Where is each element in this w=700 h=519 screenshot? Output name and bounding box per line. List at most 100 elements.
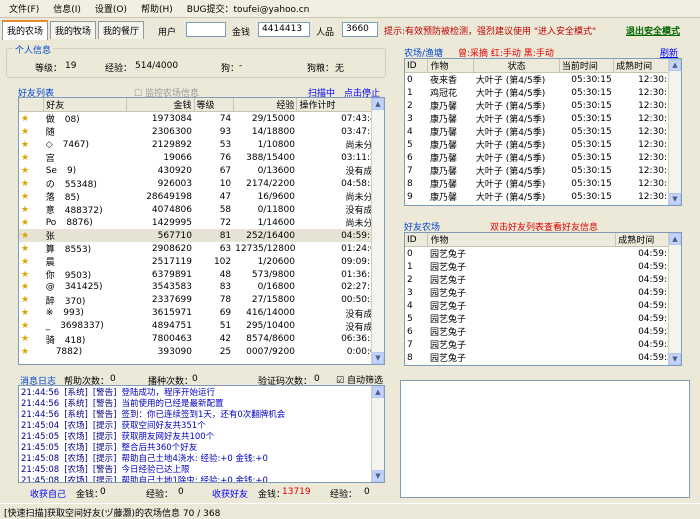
table-row[interactable]: ★ @341425) 3543583 83 0/16800 02:27:19	[19, 281, 384, 294]
scroll-down-icon[interactable]: ▼	[372, 470, 384, 482]
friend-money: 7800463	[151, 334, 193, 345]
table-row[interactable]: 3 康乃馨 大叶子 (第4/5季) 05:30:15 12:30:15	[405, 112, 681, 126]
table-row[interactable]: ★ 醉 370) 2337699 78 27/15800 00:50:20	[19, 294, 384, 307]
farm-col-state[interactable]: 状态	[473, 59, 560, 73]
table-row[interactable]: ★ 晨 2517119 102 1/20600 09:09:19	[19, 255, 384, 269]
farm-col-crop[interactable]: 作物	[427, 59, 475, 73]
table-row[interactable]: 2 康乃馨 大叶子 (第4/5季) 05:30:15 12:30:15	[405, 99, 681, 113]
friend-farm-table[interactable]: ID 作物 成熟时间 0 园艺兔子 04:59:14 1 园艺兔子 04:59:16 2 园艺…	[404, 232, 682, 366]
table-row[interactable]: 0 园艺兔子 04:59:14	[405, 247, 681, 261]
table-row[interactable]: ★ ※ 993) 3615971 69 416/14000 没有成熟	[19, 307, 384, 320]
friend-money: 1973084	[151, 113, 193, 124]
table-row[interactable]: 6 康乃馨 大叶子 (第4/5季) 05:30:15 12:30:15	[405, 151, 681, 165]
table-row[interactable]: ★ の 55348) 926003 10 2174/2200 04:58:52	[19, 177, 384, 191]
farm-id: 3	[407, 113, 413, 124]
table-row[interactable]: ★ 你 9503) 6379891 48 573/9800 01:36:11	[19, 268, 384, 282]
table-row[interactable]: ★ Po 8876) 1429995 72 1/14600 尚未分析	[19, 216, 384, 230]
farm-col-current[interactable]: 当前时间	[559, 59, 615, 73]
col-icon[interactable]	[19, 98, 45, 112]
log-scrollbar[interactable]: ▲ ▼	[371, 386, 384, 482]
friend-nick: 随	[45, 128, 55, 138]
col-level[interactable]: 等级	[194, 98, 234, 112]
table-row[interactable]: ★ ◇ 7467) 2129892 53 1/10800 尚未分析	[19, 138, 384, 152]
col-money[interactable]: 金钱	[126, 98, 195, 112]
table-row[interactable]: ★ 做 08) 1973084 74 29/15000 07:43:48	[19, 112, 384, 126]
table-row[interactable]: 1 园艺兔子 04:59:16	[405, 260, 681, 274]
ff-id: 6	[407, 326, 413, 337]
dog-label: 狗：	[221, 64, 240, 74]
table-row[interactable]: 1 鸡冠花 大叶子 (第4/5季) 05:30:15 12:30:15	[405, 86, 681, 100]
ff-id: 7	[407, 339, 413, 350]
table-row[interactable]: 2 园艺兔子 04:59:16	[405, 273, 681, 287]
friend-farm-scrollbar[interactable]: ▲ ▼	[668, 233, 681, 365]
friend-money: 3543583	[151, 282, 193, 293]
friends-table[interactable]: 好友 金钱 等级 经验 操作计时 ★ 做 08) 1973084 74 29/15000 0…	[18, 97, 385, 365]
table-row[interactable]: 8 园艺兔子 04:59:21	[405, 351, 681, 365]
scroll-down-icon[interactable]: ▼	[669, 353, 681, 365]
table-row[interactable]: ★ Se 9) 430920 67 0/13600 没有成熟	[19, 164, 384, 178]
farm-scrollbar[interactable]: ▲ ▼	[668, 59, 681, 205]
table-row[interactable]: ★ 宫 19066 76 388/15400 03:11:20	[19, 151, 384, 165]
table-row[interactable]: 3 园艺兔子 04:59:19	[405, 286, 681, 300]
tab-my-ranch[interactable]: 我的牧场	[50, 21, 97, 39]
menu-file[interactable]: 文件(F)	[2, 2, 46, 15]
table-row[interactable]: 6 园艺兔子 04:59:20	[405, 325, 681, 339]
menu-settings[interactable]: 设置(O)	[88, 2, 134, 15]
scroll-down-icon[interactable]: ▼	[669, 193, 681, 205]
table-row[interactable]: ★ 意 488372) 4074806 58 0/11800 没有成熟	[19, 203, 384, 217]
farm-crop: 康乃馨	[429, 128, 457, 138]
friend-nick: 意	[45, 206, 55, 216]
scroll-up-icon[interactable]: ▲	[669, 59, 681, 71]
ff-col-crop[interactable]: 作物	[427, 233, 617, 247]
table-row[interactable]: 4 康乃馨 大叶子 (第4/5季) 05:30:15 12:30:15	[405, 125, 681, 139]
scroll-down-icon[interactable]: ▼	[372, 352, 384, 364]
table-row[interactable]: 9 康乃馨 大叶子 (第4/5季) 05:30:15 12:30:15	[405, 190, 681, 204]
table-row[interactable]: 0 夜来香 大叶子 (第4/5季) 05:30:15 12:30:15	[405, 73, 681, 87]
scroll-up-icon[interactable]: ▲	[669, 233, 681, 245]
exit-safe-mode-link[interactable]: 退出安全模式	[626, 24, 680, 37]
log-source: [农场]	[64, 421, 88, 431]
friend-qq: 8553)	[64, 245, 92, 255]
table-row[interactable]: ★ _ 3698337) 4894751 51 295/10400 没有成熟	[19, 320, 384, 333]
col-friend[interactable]: 好友	[43, 98, 127, 112]
friend-exp: 14/18800	[251, 126, 295, 137]
farm-id: 2	[407, 100, 413, 111]
log-box[interactable]: 21:44:56 [系统] [警告] 登陆成功，程序开始运行 21:44:56 [系统][…	[18, 385, 385, 483]
table-row[interactable]: ★ 骑 418) 7800463 42 8574/8600 06:36:52	[19, 333, 384, 346]
table-row[interactable]: ★ 随 2306300 93 14/18800 03:47:36	[19, 125, 384, 139]
farm-header-row: ID 作物 状态 当前时间 成熟时间	[405, 59, 681, 73]
scroll-up-icon[interactable]: ▲	[372, 98, 384, 110]
friend-name: ◇ 7467)	[44, 138, 126, 151]
tab-my-farm[interactable]: 我的农场	[2, 20, 49, 40]
menu-info[interactable]: 信息(I)	[46, 2, 88, 15]
tab-my-restaurant[interactable]: 我的餐厅	[98, 21, 145, 39]
table-row[interactable]: 4 园艺兔子 04:59:19	[405, 299, 681, 313]
table-row[interactable]: 10康乃馨大叶子 (第4/5季)05:30:1512:30:15	[405, 203, 681, 206]
friend-qq: 370)	[64, 296, 86, 307]
farm-table[interactable]: ID 作物 状态 当前时间 成熟时间 0 夜来香 大叶子 (第4/5季) 05:30:…	[404, 58, 682, 206]
table-row[interactable]: 5 园艺兔子 04:59:19	[405, 312, 681, 326]
friend-name: 骑 418)	[44, 333, 126, 346]
table-row[interactable]: ★ 落 85) 28649198 47 16/9600 尚未分析	[19, 190, 384, 204]
farm-col-id[interactable]: ID	[405, 59, 429, 73]
user-field[interactable]	[186, 22, 226, 37]
table-row[interactable]: 7 康乃馨 大叶子 (第4/5季) 05:30:15 12:30:15	[405, 164, 681, 178]
ff-col-id[interactable]: ID	[405, 233, 429, 247]
table-row[interactable]: ★ 张 567710 81 252/16400 04:59:13	[19, 229, 384, 242]
table-row[interactable]: 9园艺兔子10:39:04	[405, 364, 681, 365]
money-label: 金钱	[232, 28, 251, 38]
friends-scrollbar[interactable]: ▲ ▼	[371, 98, 384, 364]
table-row[interactable]: 8 康乃馨 大叶子 (第4/5季) 05:30:15 12:30:15	[405, 177, 681, 191]
table-row[interactable]: ★ 7882) 393090 25 0007/9200 0:00:00	[19, 346, 384, 359]
col-exp[interactable]: 经验	[233, 98, 298, 112]
scroll-up-icon[interactable]: ▲	[372, 386, 384, 398]
friend-name: 算 8553)	[44, 242, 126, 255]
table-row[interactable]: 5 康乃馨 大叶子 (第4/5季) 05:30:15 12:30:15	[405, 138, 681, 152]
menu-help[interactable]: 帮助(H)	[134, 2, 180, 15]
table-row[interactable]: 7 园艺兔子 04:59:20	[405, 338, 681, 352]
log-level: [提示]	[92, 432, 117, 442]
table-row[interactable]: ★ 算 8553) 2908620 63 12735/12800 01:24:00	[19, 242, 384, 256]
friend-nick: ◇	[45, 139, 53, 150]
menu-bug-submit[interactable]: BUG提交：toufei@yahoo.cn	[180, 2, 317, 15]
friend-money: 1429995	[151, 217, 193, 228]
